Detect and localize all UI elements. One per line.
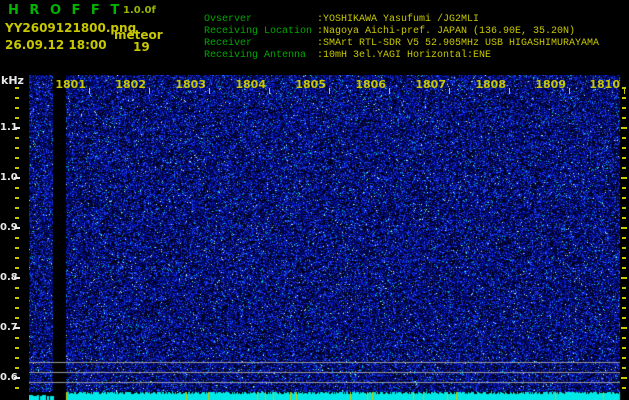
freq-minor-tick-right <box>622 107 626 109</box>
freq-minor-tick <box>15 197 19 199</box>
time-minute-tick <box>89 88 90 94</box>
freq-tick-label: 0.7 <box>0 322 18 333</box>
freq-minor-tick <box>15 157 19 159</box>
freq-major-tick-right <box>621 327 627 329</box>
hrofft-output-image: H R O F F T 1.0.0f YY2609121800.png mete… <box>0 0 629 400</box>
freq-major-tick <box>14 127 20 129</box>
freq-major-tick-right <box>621 227 627 229</box>
time-tick-label: 1802 <box>115 78 146 91</box>
time-minute-tick <box>389 88 390 94</box>
freq-tick-label: 0.8 <box>0 272 18 283</box>
freq-minor-tick <box>15 287 19 289</box>
time-tick-label: 1810 <box>589 78 620 91</box>
freq-minor-tick-right <box>622 267 626 269</box>
freq-minor-tick <box>15 307 19 309</box>
info-value: :10mH 3el.YAGI Horizontal:ENE <box>317 50 492 61</box>
freq-minor-tick-right <box>622 167 626 169</box>
freq-minor-tick <box>15 317 19 319</box>
observation-datetime: 26.09.12 18:00 <box>5 38 107 52</box>
time-tick-label: 1804 <box>235 78 266 91</box>
freq-minor-tick-right <box>622 317 626 319</box>
freq-minor-tick <box>15 207 19 209</box>
freq-minor-tick-right <box>622 337 626 339</box>
freq-minor-tick <box>15 87 19 89</box>
freq-major-tick-right <box>621 127 627 129</box>
freq-minor-tick-right <box>622 197 626 199</box>
time-tick-label: 1805 <box>295 78 326 91</box>
freq-minor-tick <box>15 367 19 369</box>
freq-major-tick <box>14 377 20 379</box>
app-version: 1.0.0f <box>123 5 156 16</box>
freq-minor-tick-right <box>622 367 626 369</box>
freq-minor-tick <box>15 357 19 359</box>
freq-minor-tick <box>15 107 19 109</box>
time-tick-label: 1803 <box>175 78 206 91</box>
freq-minor-tick-right <box>622 387 626 389</box>
time-minute-tick <box>449 88 450 94</box>
freq-major-tick-right <box>621 377 627 379</box>
freq-minor-tick <box>15 267 19 269</box>
freq-minor-tick-right <box>622 297 626 299</box>
freq-minor-tick-right <box>622 137 626 139</box>
freq-minor-tick <box>15 97 19 99</box>
freq-minor-tick <box>15 247 19 249</box>
time-minute-tick <box>329 88 330 94</box>
freq-minor-tick <box>15 167 19 169</box>
freq-minor-tick <box>15 387 19 389</box>
freq-minor-tick <box>15 337 19 339</box>
freq-minor-tick-right <box>622 157 626 159</box>
freq-minor-tick-right <box>622 117 626 119</box>
freq-tick-label: 0.9 <box>0 222 18 233</box>
freq-minor-tick <box>15 137 19 139</box>
time-minute-tick <box>509 88 510 94</box>
time-minute-tick <box>149 88 150 94</box>
echo-count: 19 <box>133 40 150 54</box>
freq-major-tick-right <box>621 277 627 279</box>
freq-minor-tick-right <box>622 187 626 189</box>
freq-minor-tick-right <box>622 287 626 289</box>
freq-tick-label: 1.0 <box>0 172 18 183</box>
spectrogram-canvas <box>29 75 629 400</box>
app-title: H R O F F T <box>8 3 123 18</box>
time-tick-label: 1807 <box>415 78 446 91</box>
info-label: Receiving Antenna <box>204 50 307 61</box>
info-row-antenna: Receiving Antenna :10mH 3el.YAGI Horizont… <box>180 38 491 74</box>
freq-minor-tick-right <box>622 97 626 99</box>
freq-minor-tick <box>15 147 19 149</box>
freq-minor-tick-right <box>622 307 626 309</box>
freq-minor-tick-right <box>622 147 626 149</box>
freq-major-tick <box>14 227 20 229</box>
time-minute-tick <box>269 88 270 94</box>
freq-major-tick <box>14 327 20 329</box>
freq-minor-tick <box>15 217 19 219</box>
freq-minor-tick-right <box>622 357 626 359</box>
freq-minor-tick-right <box>622 257 626 259</box>
freq-axis-unit: kHz <box>1 74 24 87</box>
time-minute-tick <box>209 88 210 94</box>
freq-minor-tick-right <box>622 247 626 249</box>
freq-minor-tick <box>15 187 19 189</box>
freq-tick-label: 0.6 <box>0 372 18 383</box>
freq-minor-tick <box>15 257 19 259</box>
freq-major-tick <box>14 277 20 279</box>
time-tick-label: 1801 <box>55 78 86 91</box>
time-tick-label: 1809 <box>535 78 566 91</box>
time-tick-label: 1808 <box>475 78 506 91</box>
freq-minor-tick <box>15 347 19 349</box>
freq-minor-tick-right <box>622 347 626 349</box>
time-minute-tick <box>624 88 625 94</box>
freq-major-tick <box>14 177 20 179</box>
freq-major-tick-right <box>621 177 627 179</box>
freq-minor-tick-right <box>622 237 626 239</box>
freq-minor-tick-right <box>622 207 626 209</box>
freq-minor-tick-right <box>622 217 626 219</box>
time-tick-label: 1806 <box>355 78 386 91</box>
freq-minor-tick <box>15 237 19 239</box>
freq-minor-tick <box>15 117 19 119</box>
freq-tick-label: 1.1 <box>0 122 18 133</box>
freq-minor-tick <box>15 297 19 299</box>
time-minute-tick <box>569 88 570 94</box>
